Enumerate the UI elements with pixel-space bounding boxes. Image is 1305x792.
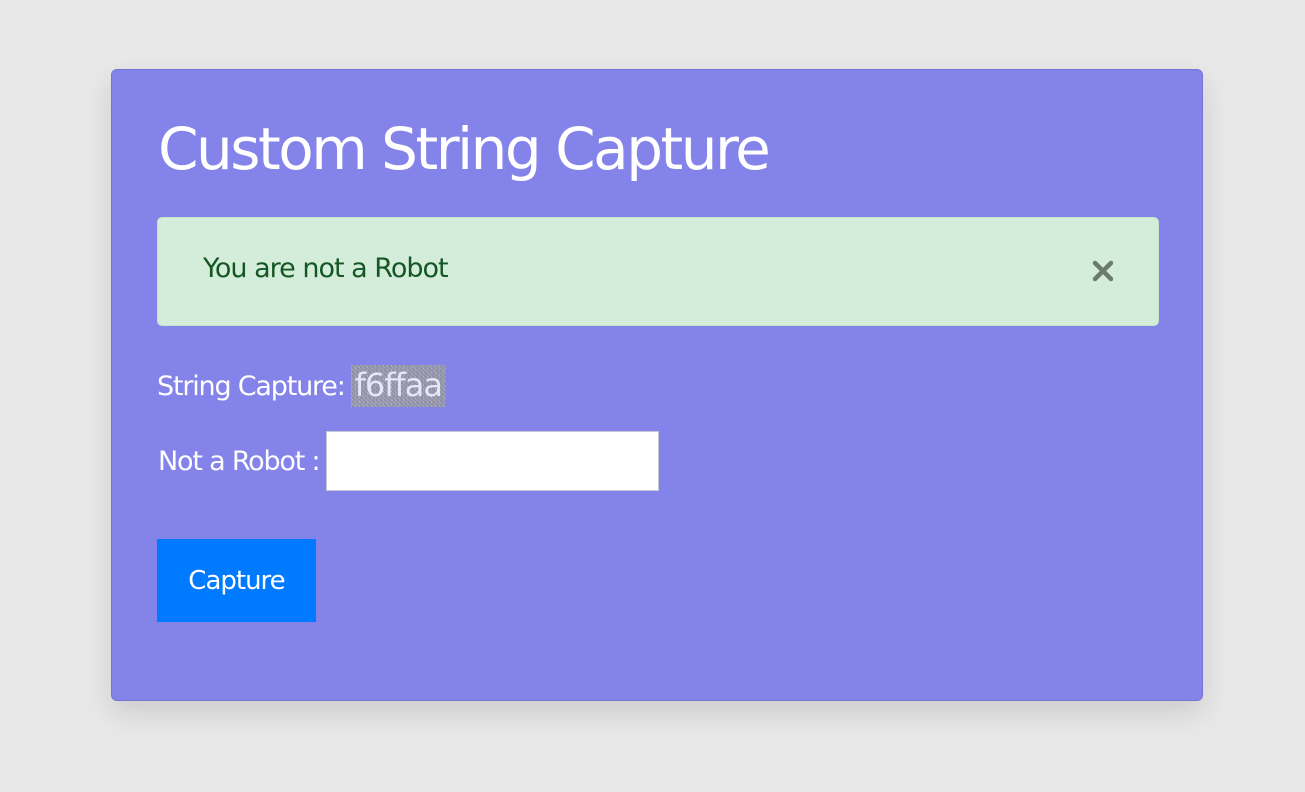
- not-a-robot-row: Not a Robot :: [158, 430, 660, 492]
- string-capture-row: String Capture: f6ffaa: [157, 360, 446, 412]
- page-title: Custom String Capture: [158, 115, 771, 183]
- string-capture-label: String Capture:: [157, 370, 346, 402]
- captcha-card: Custom String Capture You are not a Robo…: [111, 69, 1203, 701]
- not-a-robot-label: Not a Robot :: [158, 445, 321, 477]
- captcha-input[interactable]: [326, 431, 660, 491]
- captcha-image: f6ffaa: [351, 365, 446, 407]
- close-icon[interactable]: [1090, 258, 1116, 284]
- alert-message: You are not a Robot: [203, 253, 449, 284]
- capture-button[interactable]: Capture: [157, 539, 316, 622]
- success-alert: You are not a Robot: [157, 217, 1159, 326]
